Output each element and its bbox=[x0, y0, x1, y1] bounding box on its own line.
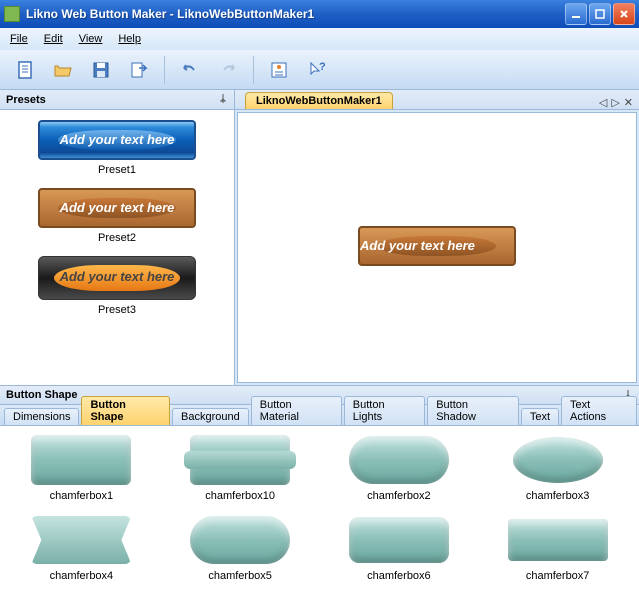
pin-icon[interactable] bbox=[218, 93, 228, 106]
tab-button-shadow[interactable]: Button Shadow bbox=[427, 396, 519, 425]
shape-item[interactable]: chamferbox1 bbox=[12, 434, 151, 504]
open-button[interactable] bbox=[46, 54, 80, 86]
shape-label: chamferbox2 bbox=[330, 490, 469, 502]
menu-bar: File Edit View Help bbox=[0, 28, 639, 50]
properties-icon bbox=[269, 60, 289, 80]
close-button[interactable] bbox=[613, 3, 635, 25]
shape-preview-chamferbox5 bbox=[190, 516, 290, 564]
preset-text: Add your text here bbox=[39, 257, 195, 297]
shape-label: chamferbox7 bbox=[488, 570, 627, 582]
tab-button-material[interactable]: Button Material bbox=[251, 396, 342, 425]
save-button[interactable] bbox=[84, 54, 118, 86]
preset-text: Add your text here bbox=[40, 190, 194, 226]
preset-preview-blue: Add your text here bbox=[38, 120, 196, 160]
document-tab-row: LiknoWebButtonMaker1 ◁ ▷ ✕ bbox=[235, 90, 639, 110]
tab-next-icon[interactable]: ▷ bbox=[611, 96, 619, 109]
preset-item[interactable]: Add your text here Preset2 bbox=[0, 182, 234, 250]
window-title: Likno Web Button Maker - LiknoWebButtonM… bbox=[26, 7, 565, 21]
toolbar-separator bbox=[164, 56, 165, 84]
preset-item[interactable]: Add your text here Preset1 bbox=[0, 114, 234, 182]
shape-item[interactable]: chamferbox10 bbox=[171, 434, 310, 504]
shape-preview-chamferbox3 bbox=[513, 437, 603, 483]
shape-preview-chamferbox2 bbox=[349, 436, 449, 484]
shape-label: chamferbox10 bbox=[171, 490, 310, 502]
help-button[interactable]: ? bbox=[300, 54, 334, 86]
minimize-button[interactable] bbox=[565, 3, 587, 25]
button-shape-title: Button Shape bbox=[6, 389, 78, 401]
presets-panel: Presets Add your text here Preset1 Add y… bbox=[0, 90, 235, 385]
title-bar: Likno Web Button Maker - LiknoWebButtonM… bbox=[0, 0, 639, 28]
app-icon bbox=[4, 6, 20, 22]
preset-label: Preset3 bbox=[0, 304, 234, 316]
tab-close-icon[interactable]: ✕ bbox=[624, 96, 633, 109]
preset-text: Add your text here bbox=[40, 122, 194, 158]
presets-list: Add your text here Preset1 Add your text… bbox=[0, 110, 234, 385]
canvas-panel: LiknoWebButtonMaker1 ◁ ▷ ✕ Add your text… bbox=[235, 90, 639, 385]
tab-button-shape[interactable]: Button Shape bbox=[81, 396, 170, 425]
save-icon bbox=[91, 60, 111, 80]
presets-header: Presets bbox=[0, 90, 234, 110]
preset-preview-orange: Add your text here bbox=[38, 256, 196, 300]
presets-title: Presets bbox=[6, 94, 46, 106]
shape-label: chamferbox6 bbox=[330, 570, 469, 582]
toolbar-separator bbox=[253, 56, 254, 84]
new-button[interactable] bbox=[8, 54, 42, 86]
shape-item[interactable]: chamferbox6 bbox=[330, 514, 469, 584]
undo-icon bbox=[180, 60, 200, 80]
design-canvas[interactable]: Add your text here bbox=[237, 112, 637, 383]
tab-prev-icon[interactable]: ◁ bbox=[599, 96, 607, 109]
help-cursor-icon: ? bbox=[307, 60, 327, 80]
maximize-button[interactable] bbox=[589, 3, 611, 25]
shape-item[interactable]: chamferbox4 bbox=[12, 514, 151, 584]
menu-view[interactable]: View bbox=[79, 33, 103, 45]
toolbar: ? bbox=[0, 50, 639, 90]
folder-open-icon bbox=[53, 60, 73, 80]
shape-item[interactable]: chamferbox3 bbox=[488, 434, 627, 504]
menu-help[interactable]: Help bbox=[118, 33, 141, 45]
tab-background[interactable]: Background bbox=[172, 408, 249, 425]
preset-preview-wood: Add your text here bbox=[38, 188, 196, 228]
svg-text:?: ? bbox=[319, 61, 326, 73]
shapes-grid: chamferbox1 chamferbox10 chamferbox2 cha… bbox=[0, 426, 639, 592]
tab-dimensions[interactable]: Dimensions bbox=[4, 408, 79, 425]
shape-label: chamferbox4 bbox=[12, 570, 151, 582]
menu-file[interactable]: File bbox=[10, 33, 28, 45]
tab-text[interactable]: Text bbox=[521, 408, 559, 425]
export-button[interactable] bbox=[122, 54, 156, 86]
preset-label: Preset1 bbox=[0, 164, 234, 176]
shape-preview-chamferbox10 bbox=[190, 435, 290, 485]
menu-edit[interactable]: Edit bbox=[44, 33, 63, 45]
redo-button[interactable] bbox=[211, 54, 245, 86]
shape-preview-chamferbox6 bbox=[349, 517, 449, 563]
shape-label: chamferbox3 bbox=[488, 490, 627, 502]
redo-icon bbox=[218, 60, 238, 80]
tab-text-actions[interactable]: Text Actions bbox=[561, 396, 637, 425]
preset-label: Preset2 bbox=[0, 232, 234, 244]
shape-label: chamferbox5 bbox=[171, 570, 310, 582]
shape-tabs: Dimensions Button Shape Background Butto… bbox=[0, 405, 639, 426]
document-tab[interactable]: LiknoWebButtonMaker1 bbox=[245, 92, 393, 109]
shape-item[interactable]: chamferbox2 bbox=[330, 434, 469, 504]
shape-preview-chamferbox1 bbox=[31, 435, 131, 485]
tab-button-lights[interactable]: Button Lights bbox=[344, 396, 425, 425]
shape-item[interactable]: chamferbox7 bbox=[488, 514, 627, 584]
canvas-button-preview[interactable]: Add your text here bbox=[358, 226, 516, 266]
export-icon bbox=[129, 60, 149, 80]
shape-preview-chamferbox7 bbox=[508, 519, 608, 561]
shape-preview-chamferbox4 bbox=[31, 516, 131, 564]
preset-item[interactable]: Add your text here Preset3 bbox=[0, 250, 234, 322]
canvas-button-text: Add your text here bbox=[360, 228, 514, 264]
new-file-icon bbox=[15, 60, 35, 80]
shape-item[interactable]: chamferbox5 bbox=[171, 514, 310, 584]
shape-label: chamferbox1 bbox=[12, 490, 151, 502]
undo-button[interactable] bbox=[173, 54, 207, 86]
properties-button[interactable] bbox=[262, 54, 296, 86]
